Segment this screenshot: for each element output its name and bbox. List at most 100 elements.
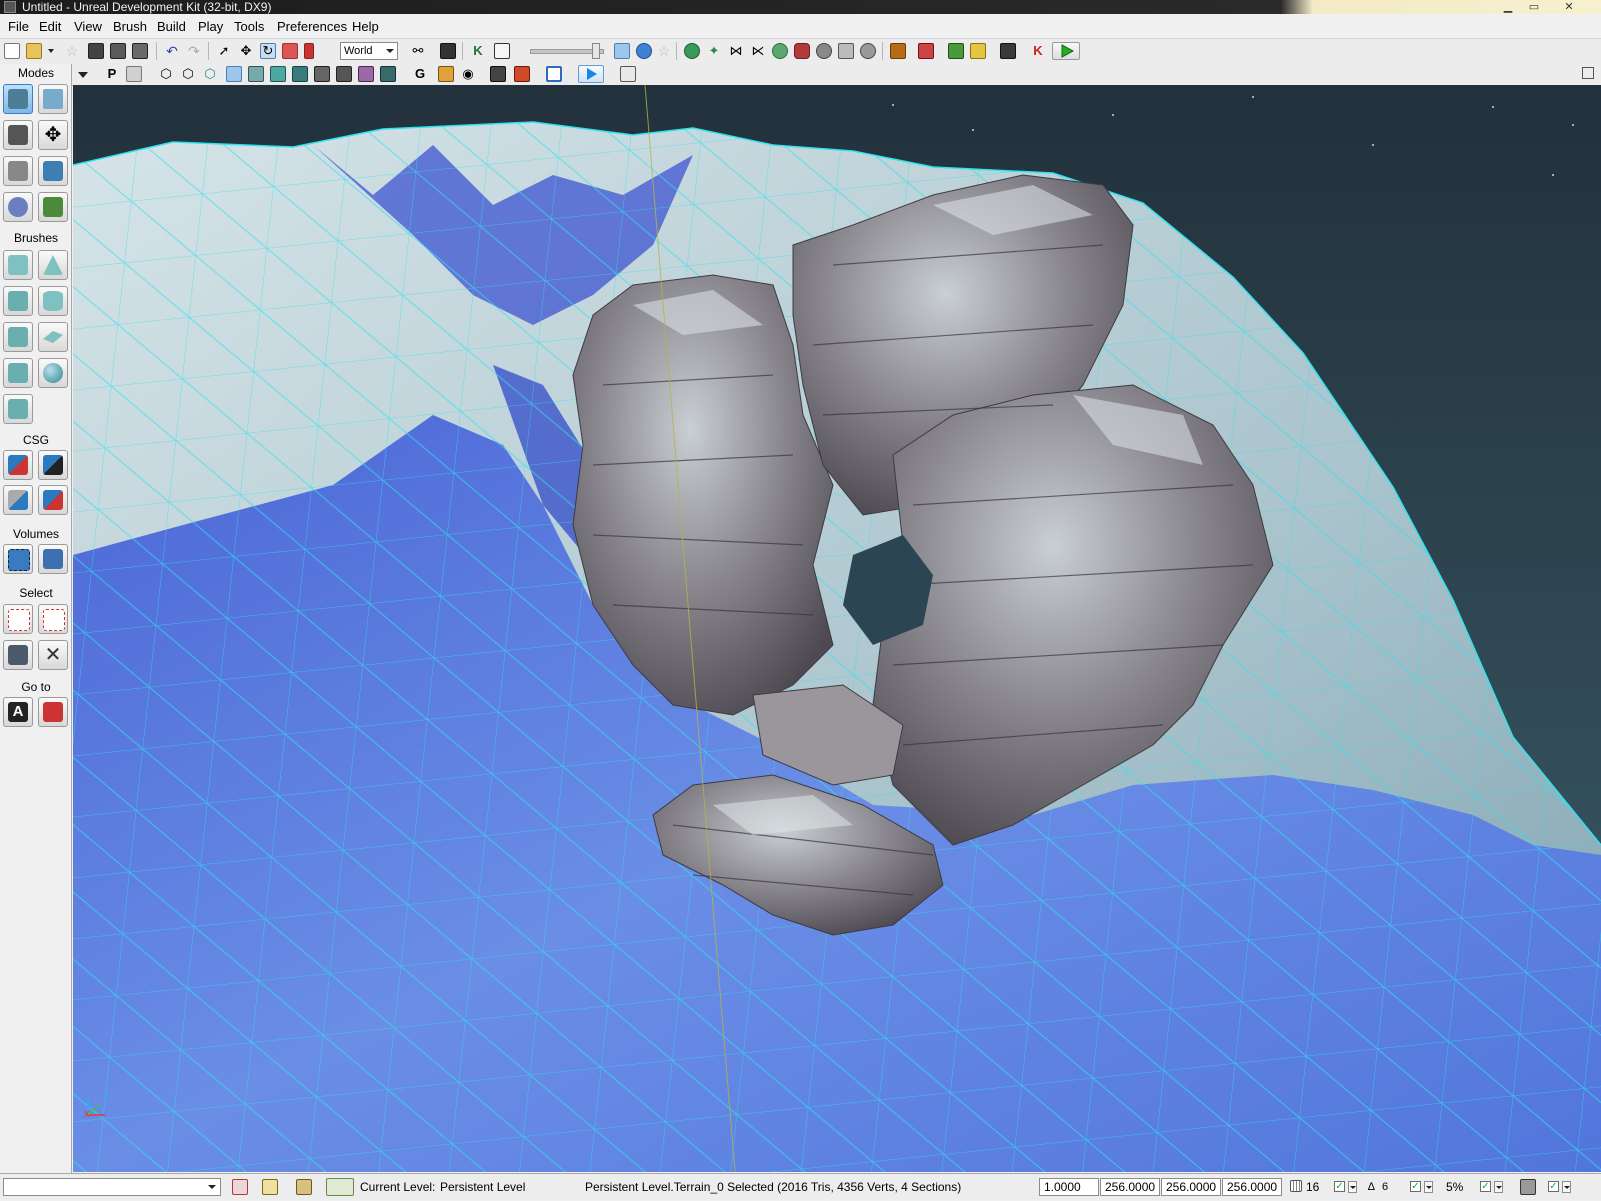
menu-brush[interactable]: Brush [113, 16, 147, 38]
snap-frame-icon[interactable] [546, 66, 562, 82]
vertex-snap-icon[interactable] [296, 1179, 312, 1195]
current-level-value[interactable]: Persistent Level [440, 1174, 525, 1201]
lighting-only-icon[interactable] [270, 66, 286, 82]
open-dropdown-icon[interactable] [46, 43, 56, 59]
curved-stair-brush-button[interactable] [3, 286, 33, 316]
unlit-icon[interactable]: ⬡ [202, 66, 218, 82]
volumetric-brush-button[interactable] [3, 394, 33, 424]
actor-lock-icon[interactable] [490, 66, 506, 82]
scale-snap-checkbox[interactable]: ✓ [1480, 1181, 1491, 1192]
maximize-button[interactable]: ▭ [1521, 0, 1547, 14]
build-lighting-icon[interactable]: ✦ [706, 43, 722, 59]
translate-icon[interactable]: ✥ [238, 43, 254, 59]
build-paths-icon[interactable]: ⋈ [728, 43, 744, 59]
find-actors-icon[interactable]: ⚯ [410, 43, 426, 59]
perspective-viewport[interactable]: Z x [73, 85, 1601, 1172]
lock-actors-icon[interactable] [1520, 1179, 1536, 1195]
non-uniform-scale-icon[interactable] [304, 43, 314, 59]
menu-preferences[interactable]: Preferences [277, 16, 347, 38]
favorite-star-icon[interactable]: ☆ [64, 43, 80, 59]
kismet-debug-icon[interactable]: K [1030, 43, 1046, 59]
command-input[interactable] [3, 1178, 221, 1196]
texture-align-mode-button[interactable] [3, 156, 33, 186]
stats-icon[interactable] [860, 43, 876, 59]
light-complexity-icon[interactable] [292, 66, 308, 82]
rotation-snap-dropdown[interactable] [1424, 1181, 1433, 1193]
content-browser-icon[interactable] [890, 43, 906, 59]
grid-snap-checkbox[interactable]: ✓ [1334, 1181, 1345, 1192]
rotation-snap-checkbox[interactable]: ✓ [1410, 1181, 1421, 1192]
game-view-icon[interactable] [636, 43, 652, 59]
perspective-p-icon[interactable]: P [104, 66, 120, 82]
eye-icon[interactable]: ◉ [460, 66, 476, 82]
minimize-button[interactable]: ▁ [1495, 0, 1521, 14]
autosave-checkbox[interactable]: ✓ [1548, 1181, 1559, 1192]
realtime-icon[interactable] [614, 43, 630, 59]
csg-intersect-button[interactable] [3, 485, 33, 515]
camera-mode-button[interactable] [3, 84, 33, 114]
menu-help[interactable]: Help [352, 16, 379, 38]
select-arrow-icon[interactable]: ➚ [216, 43, 232, 59]
drag-grid-icon[interactable] [232, 1179, 248, 1195]
menu-tools[interactable]: Tools [234, 16, 264, 38]
build-geometry-icon[interactable] [684, 43, 700, 59]
menu-view[interactable]: View [74, 16, 102, 38]
add-volume-button[interactable] [3, 544, 33, 574]
realtime-preview-icon[interactable] [514, 66, 530, 82]
shader-complexity-icon[interactable] [336, 66, 352, 82]
csg-subtract-button[interactable] [38, 450, 68, 480]
grid-z-field[interactable]: 256.0000 [1222, 1178, 1282, 1196]
texture-density-icon[interactable] [314, 66, 330, 82]
menu-edit[interactable]: Edit [39, 16, 61, 38]
geometry-mode-button[interactable] [38, 84, 68, 114]
rotation-snap-value[interactable]: 6 [1382, 1174, 1388, 1201]
build-all-icon[interactable] [772, 43, 788, 59]
copy-viewport-icon[interactable] [620, 66, 636, 82]
autosave-dropdown[interactable] [1562, 1181, 1571, 1193]
menu-build[interactable]: Build [157, 16, 186, 38]
redo-icon[interactable]: ↷ [186, 43, 202, 59]
hide-selected-button[interactable] [38, 604, 68, 634]
terrain-mode-button[interactable] [3, 120, 33, 150]
game-g-icon[interactable]: G [412, 66, 428, 82]
open-folder-icon[interactable] [26, 43, 42, 59]
volume-list-button[interactable] [38, 544, 68, 574]
build-cover-icon[interactable]: ⋉ [750, 43, 766, 59]
play-in-viewport-icon[interactable] [948, 43, 964, 59]
viewport-menu-dropdown[interactable] [78, 69, 88, 83]
save-all-icon[interactable] [110, 43, 126, 59]
undo-icon[interactable]: ↶ [164, 43, 180, 59]
goto-actor-button[interactable]: A [3, 697, 33, 727]
csg-add-button[interactable] [3, 450, 33, 480]
deselect-button[interactable]: ✕ [38, 640, 68, 670]
save-current-level-icon[interactable] [132, 43, 148, 59]
lit-icon[interactable] [226, 66, 242, 82]
csg-deintersect-button[interactable] [38, 485, 68, 515]
cone-brush-button[interactable] [38, 250, 68, 280]
viewport-type-icon[interactable] [126, 66, 142, 82]
camera-speed-thumb[interactable] [592, 43, 600, 59]
sheet-brush-button[interactable] [38, 322, 68, 352]
play-in-editor-viewport-button[interactable] [578, 65, 604, 83]
brush-snap-icon[interactable] [262, 1179, 278, 1195]
invert-selection-button[interactable] [3, 640, 33, 670]
goto-builder-brush-button[interactable] [38, 697, 68, 727]
brush-wireframe-icon[interactable]: ⬡ [158, 66, 174, 82]
move-mode-button[interactable]: ✥ [38, 120, 68, 150]
reflection-icon[interactable] [380, 66, 396, 82]
kismet-icon[interactable] [440, 43, 456, 59]
scale-snap-value[interactable]: 5% [1446, 1174, 1463, 1201]
level-browser-icon[interactable] [970, 43, 986, 59]
lock-icon[interactable] [438, 66, 454, 82]
coordinate-system-select[interactable]: World [340, 42, 398, 60]
lighting-quality-icon[interactable] [794, 43, 810, 59]
sphere-brush-button[interactable] [38, 358, 68, 388]
autosave-icon[interactable] [326, 1178, 354, 1196]
matinee-icon[interactable] [494, 43, 510, 59]
menu-play[interactable]: Play [198, 16, 223, 38]
detail-lighting-icon[interactable] [248, 66, 264, 82]
drag-scale-field[interactable]: 1.0000 [1039, 1178, 1099, 1196]
scale-icon[interactable] [282, 43, 298, 59]
lightmap-density-icon[interactable] [358, 66, 374, 82]
grid-y-field[interactable]: 256.0000 [1161, 1178, 1221, 1196]
